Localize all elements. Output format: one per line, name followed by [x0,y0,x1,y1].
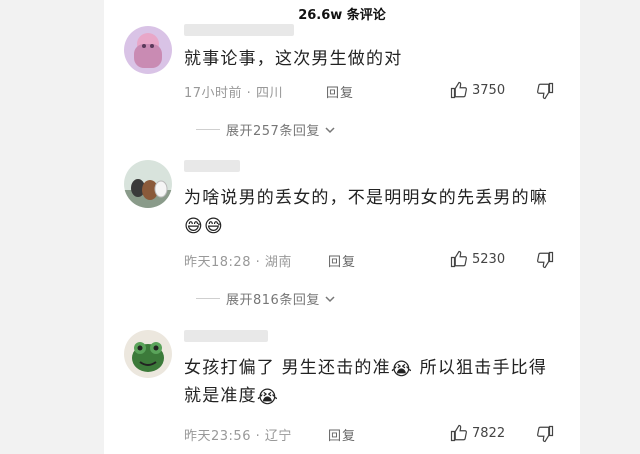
divider-line [196,298,220,299]
thumbs-down-icon [536,251,554,269]
sweat-smile-emoji: 😅 [184,216,204,237]
like-button[interactable]: 5230 [450,250,505,268]
expand-replies-button[interactable]: 展开816条回复 [196,289,336,308]
like-button[interactable]: 3750 [450,81,505,99]
avatar[interactable] [124,26,172,74]
crying-face-emoji: 😭 [256,387,280,408]
comment-text-body: 为啥说男的丢女的，不是明明女的先丢男的嘛 [184,188,548,208]
comment-count-title: 26.6w 条评论 [298,8,386,23]
expand-replies-label: 展开816条回复 [226,293,320,308]
reply-button[interactable]: 回复 [328,425,356,444]
dislike-button[interactable] [536,425,554,443]
thumbs-down-icon [536,425,554,443]
username-redacted[interactable] [184,24,294,36]
like-count: 7822 [472,425,506,441]
like-count: 3750 [472,82,506,98]
comment-text: 为啥说男的丢女的，不是明明女的先丢男的嘛 😅😅 [184,185,564,240]
thumbs-up-icon [450,424,468,442]
comment-text-part: 女孩打偏了 男生还击的准 [184,358,391,378]
chevron-down-icon [325,295,335,302]
thumbs-down-icon [536,82,554,100]
like-count: 5230 [472,251,506,267]
expand-replies-label: 展开257条回复 [226,124,320,139]
dislike-button[interactable] [536,251,554,269]
username-redacted[interactable] [184,330,268,342]
comment-meta: 17小时前 · 四川 [184,86,283,101]
comment-meta: 昨天18:28 · 湖南 [184,255,292,270]
thumbs-up-icon [450,250,468,268]
username-redacted[interactable] [184,160,240,172]
crying-face-emoji: 😭 [390,359,414,380]
like-button[interactable]: 7822 [450,424,505,442]
comment-meta: 昨天23:56 · 辽宁 [184,429,292,444]
divider-line [196,129,220,130]
reply-button[interactable]: 回复 [328,251,356,270]
dislike-button[interactable] [536,82,554,100]
avatar[interactable] [124,160,172,208]
expand-replies-button[interactable]: 展开257条回复 [196,120,336,139]
avatar[interactable] [124,330,172,378]
comment-text: 就事论事，这次男生做的对 [184,49,403,69]
sweat-smile-emoji: 😅 [203,216,224,237]
comment-panel: 26.6w 条评论 就事论事，这次男生做的对 17小时前 · 四川 回复 375… [104,0,580,454]
comment-text: 女孩打偏了 男生还击的准😭 所以狙击手比得就是准度😭 [184,355,564,411]
reply-button[interactable]: 回复 [326,82,354,101]
chevron-down-icon [325,126,335,133]
thumbs-up-icon [450,81,468,99]
